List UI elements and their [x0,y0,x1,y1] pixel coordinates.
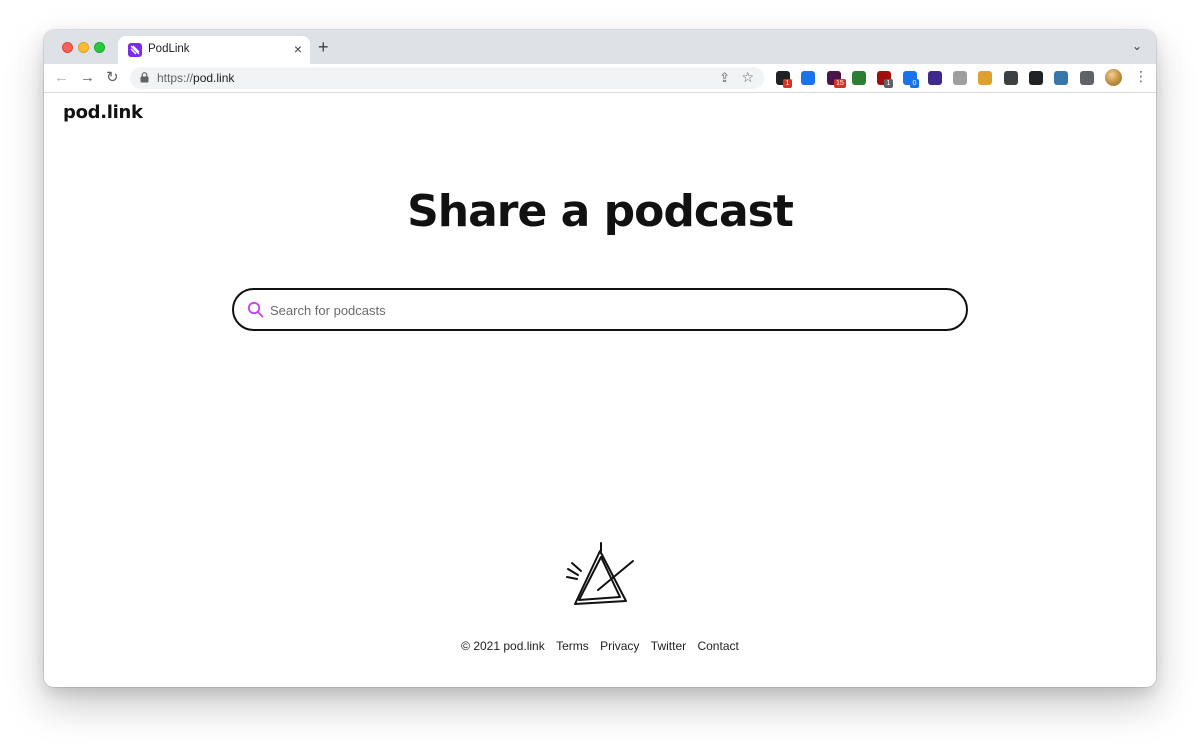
close-tab-icon[interactable]: × [294,41,302,57]
extension-badge: 15 [834,79,846,88]
bookmark-star-icon[interactable]: ☆ [741,69,754,86]
url-host: pod.link [193,71,235,85]
extension-badge: 1 [783,79,792,88]
extension-badge: 0 [910,79,919,88]
search-box[interactable] [232,288,968,331]
browser-window: PodLink × + ⌄ ← → ↻ https://pod.link ⇪ ☆… [44,30,1156,687]
reload-button[interactable]: ↻ [106,69,119,87]
page-title: Share a podcast [407,186,794,237]
ext-download-icon[interactable] [852,71,866,85]
browser-menu-icon[interactable]: ⋮ [1134,68,1148,85]
footer: © 2021 pod.link Terms Privacy Twitter Co… [44,639,1156,653]
footer-link-contact[interactable]: Contact [697,639,738,653]
profile-avatar[interactable] [1105,69,1122,86]
share-icon[interactable]: ⇪ [719,70,730,86]
lock-icon [140,72,149,83]
footer-copyright: © 2021 pod.link [461,639,545,653]
puzzle-icon[interactable] [1080,71,1094,85]
page-content: pod.link Share a podcast © 2021 pod.link [44,93,1156,687]
url-text: https://pod.link [157,71,234,85]
ext-ghost-icon[interactable] [953,71,967,85]
url-scheme: https:// [157,71,194,85]
browser-toolbar: ← → ↻ https://pod.link ⇪ ☆ 1 15 1 0 ⋮ [44,64,1156,93]
extension-badge: 1 [884,79,893,88]
close-window-button[interactable] [62,42,73,53]
ext-p-icon[interactable] [1029,71,1043,85]
back-button[interactable]: ← [54,69,69,87]
search-input[interactable] [270,298,950,322]
footer-link-terms[interactable]: Terms [556,639,589,653]
tab-title: PodLink [148,43,190,55]
address-bar[interactable]: https://pod.link ⇪ ☆ [130,67,764,89]
ext-face-icon[interactable] [978,71,992,85]
tab-search-chevron-icon[interactable]: ⌄ [1132,39,1142,53]
ext-window-icon[interactable] [1004,71,1018,85]
ext-python-icon[interactable] [1054,71,1068,85]
zoom-window-button[interactable] [94,42,105,53]
forward-button[interactable]: → [80,69,95,87]
search-icon [247,301,264,318]
footer-link-privacy[interactable]: Privacy [600,639,639,653]
tab-strip: PodLink × + ⌄ [44,30,1156,64]
minimize-window-button[interactable] [78,42,89,53]
site-logo[interactable]: pod.link [63,102,143,123]
new-tab-button[interactable]: + [318,38,329,56]
ext-blue-circle-icon[interactable] [801,71,815,85]
footer-link-twitter[interactable]: Twitter [651,639,686,653]
podlink-favicon-icon [128,43,142,57]
triangle-instrument-icon [566,542,634,605]
tab-podlink[interactable]: PodLink × [118,36,310,64]
ext-ia-icon[interactable] [928,71,942,85]
